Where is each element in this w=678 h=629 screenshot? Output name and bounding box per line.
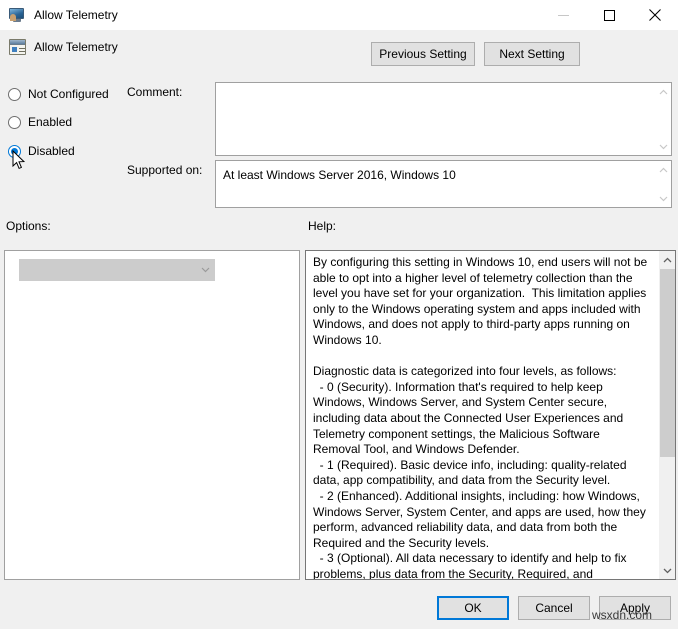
radio-mark — [8, 87, 21, 101]
supported-on-value: At least Windows Server 2016, Windows 10 — [223, 168, 456, 182]
chevron-down-icon[interactable] — [659, 562, 675, 579]
options-label: Options: — [6, 219, 51, 233]
chevron-up-icon[interactable] — [659, 251, 675, 268]
window-title: Allow Telemetry — [34, 8, 118, 22]
radio-label: Not Configured — [28, 87, 109, 101]
maximize-icon[interactable] — [586, 0, 632, 30]
radio-mark-selected — [8, 144, 21, 158]
options-panel — [4, 250, 300, 580]
chevron-down-icon[interactable] — [655, 190, 671, 207]
previous-setting-button[interactable]: Previous Setting — [371, 42, 475, 66]
radio-disabled[interactable]: Disabled — [8, 143, 75, 159]
help-scrollbar[interactable] — [658, 251, 675, 579]
comment-label: Comment: — [127, 85, 183, 99]
radio-label: Disabled — [28, 144, 75, 158]
chevron-up-icon[interactable] — [655, 161, 671, 178]
help-panel: By configuring this setting in Windows 1… — [305, 250, 676, 580]
ok-button[interactable]: OK — [437, 596, 509, 620]
title-bar: Allow Telemetry — [0, 0, 678, 30]
policy-setting-icon — [9, 39, 26, 55]
radio-not-configured[interactable]: Not Configured — [8, 86, 109, 102]
chevron-up-icon[interactable] — [655, 83, 671, 100]
help-text: By configuring this setting in Windows 1… — [313, 255, 648, 580]
next-setting-button[interactable]: Next Setting — [484, 42, 580, 66]
supported-on-scrollbar[interactable] — [654, 161, 671, 207]
cancel-button[interactable]: Cancel — [518, 596, 590, 620]
radio-mark — [8, 115, 21, 129]
close-icon[interactable] — [632, 0, 678, 30]
minimize-icon[interactable] — [540, 0, 586, 30]
computer-monitor-icon — [9, 7, 25, 23]
radio-enabled[interactable]: Enabled — [8, 114, 72, 130]
comment-scrollbar[interactable] — [654, 83, 671, 155]
comment-input[interactable] — [215, 82, 672, 156]
radio-label: Enabled — [28, 115, 73, 129]
help-scrollbar-thumb[interactable] — [660, 269, 675, 457]
supported-on-label: Supported on: — [127, 163, 203, 177]
policy-name: Allow Telemetry — [34, 40, 118, 54]
supported-on-field[interactable]: At least Windows Server 2016, Windows 10 — [215, 160, 672, 208]
apply-button[interactable]: Apply — [599, 596, 671, 620]
chevron-down-icon — [196, 260, 214, 280]
help-label: Help: — [308, 219, 337, 233]
chevron-down-icon[interactable] — [655, 138, 671, 155]
telemetry-level-combobox — [19, 259, 215, 281]
